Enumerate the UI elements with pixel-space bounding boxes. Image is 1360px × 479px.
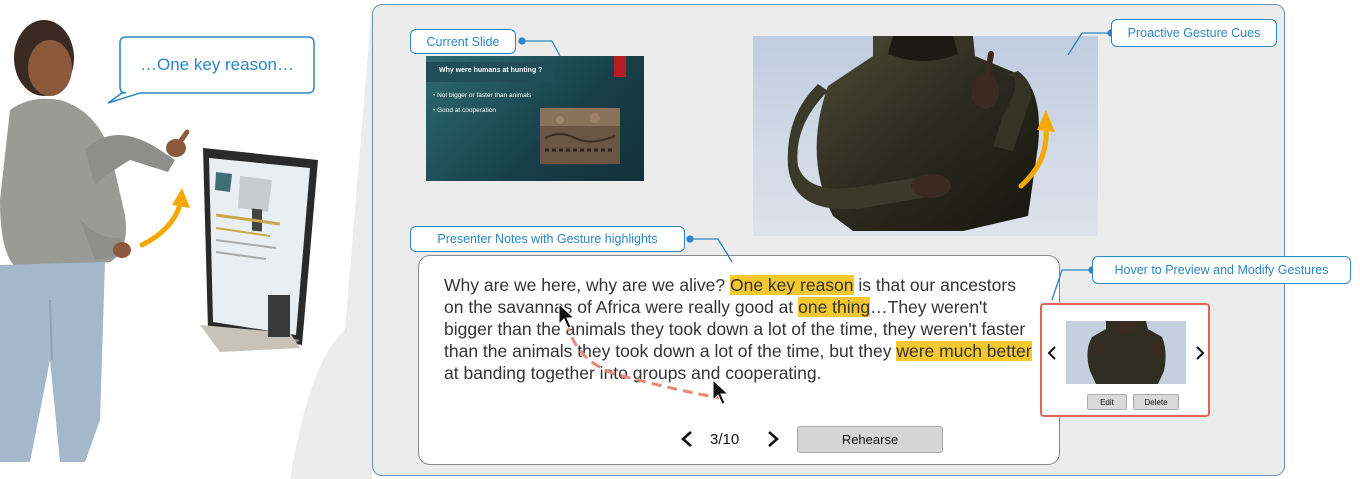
callout-proactive-gesture-cues: Proactive Gesture Cues [1111,19,1277,47]
callout-presenter-notes: Presenter Notes with Gesture highlights [410,226,685,252]
callout-hover-preview: Hover to Preview and Modify Gestures [1092,256,1351,284]
callout-current-slide: Current Slide [410,29,516,54]
